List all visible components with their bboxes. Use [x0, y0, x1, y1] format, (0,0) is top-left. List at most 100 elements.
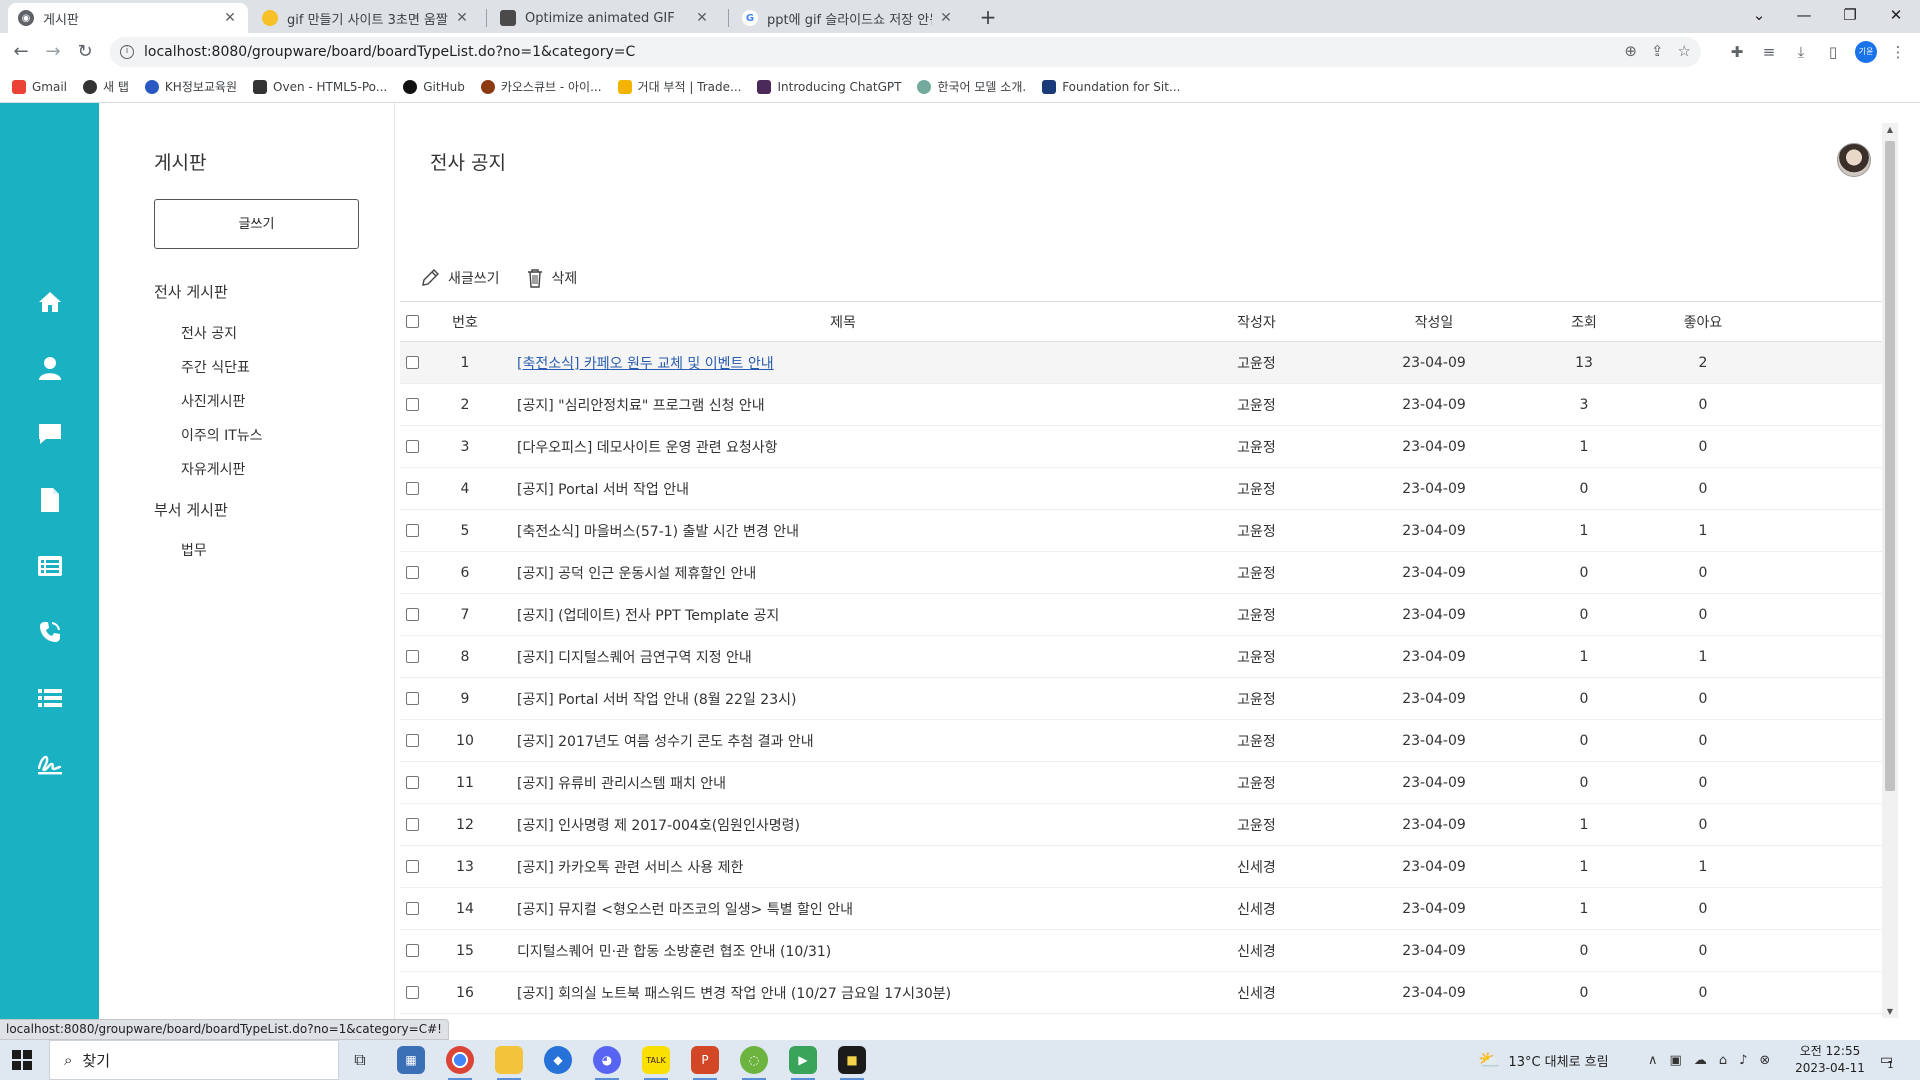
row-checkbox[interactable]: [406, 692, 419, 705]
table-row[interactable]: 4 [공지] Portal 서버 작업 안내 고윤정 23-04-09 0 0: [400, 467, 1882, 510]
file-explorer-icon[interactable]: [495, 1046, 523, 1080]
cell-title[interactable]: [공지] 회의실 노트북 패스워드 변경 작업 안내 (10/27 금요일 17…: [517, 971, 1169, 1014]
url-bar[interactable]: i localhost:8080/groupware/board/boardTy…: [110, 37, 1701, 67]
post-title-link[interactable]: [축전소식] 카페오 원두 교체 및 이벤트 안내: [517, 356, 774, 372]
column-header-date[interactable]: 작성일: [1344, 301, 1524, 342]
table-row[interactable]: 5 [축전소식] 마을버스(57-1) 출발 시간 변경 안내 고윤정 23-04-0…: [400, 509, 1882, 552]
weather-widget[interactable]: ⛅ 13°C 대체로 흐림: [1478, 1040, 1609, 1080]
zoom-icon[interactable]: ⊕: [1624, 42, 1637, 60]
post-title-link[interactable]: [공지] 뮤지컬 <형오스런 마즈코의 일생> 특별 할인 안내: [517, 902, 853, 918]
vertical-scrollbar[interactable]: ▲ ▼: [1882, 123, 1898, 1018]
network-icon[interactable]: ⌂: [1719, 1053, 1727, 1068]
cell-title[interactable]: [공지] 카카오톡 관련 서비스 사용 제한: [517, 845, 1169, 888]
row-checkbox[interactable]: [406, 356, 419, 369]
extensions-icon[interactable]: ✚: [1727, 42, 1747, 62]
document-icon[interactable]: [36, 486, 64, 514]
signature-icon[interactable]: [36, 750, 64, 778]
column-header-author[interactable]: 작성자: [1169, 301, 1344, 342]
reading-list-icon[interactable]: ≡: [1759, 42, 1779, 62]
post-title-link[interactable]: [공지] Portal 서버 작업 안내 (8월 22일 23시): [517, 692, 796, 708]
post-title-link[interactable]: [공지] 디지털스퀘어 금연구역 지정 안내: [517, 650, 752, 666]
powerpoint-icon[interactable]: P: [691, 1046, 719, 1080]
reload-icon[interactable]: ↻: [72, 39, 98, 65]
row-checkbox[interactable]: [406, 608, 419, 621]
row-checkbox[interactable]: [406, 860, 419, 873]
user-icon[interactable]: [36, 354, 64, 382]
post-title-link[interactable]: [축전소식] 마을버스(57-1) 출발 시간 변경 안내: [517, 524, 799, 540]
list-icon[interactable]: [36, 684, 64, 712]
post-title-link[interactable]: [공지] 카카오톡 관련 서비스 사용 제한: [517, 860, 743, 876]
table-row[interactable]: 7 [공지] (업데이트) 전사 PPT Template 공지 고윤정 23-04-…: [400, 593, 1882, 636]
row-checkbox[interactable]: [406, 482, 419, 495]
close-tab-icon[interactable]: ✕: [694, 10, 710, 26]
board-group-department[interactable]: 부서 게시판: [154, 499, 228, 520]
site-info-icon[interactable]: i: [120, 45, 134, 59]
cell-title[interactable]: [공지] "심리안정치료" 프로그램 신청 안내: [517, 383, 1169, 426]
camera-icon[interactable]: ▣: [1670, 1053, 1682, 1068]
chat-bubble-icon[interactable]: [36, 420, 64, 448]
close-tab-icon[interactable]: ✕: [938, 10, 954, 26]
bookmark-oven[interactable]: Oven - HTML5-Po...: [253, 79, 387, 94]
table-row[interactable]: 1 [축전소식] 카페오 원두 교체 및 이벤트 안내 고윤정 23-04-09 13 2: [400, 341, 1882, 384]
cell-title[interactable]: [공지] 유류비 관리시스템 패치 안내: [517, 761, 1169, 804]
table-row[interactable]: 13 [공지] 카카오톡 관련 서비스 사용 제한 신세경 23-04-09 1 1: [400, 845, 1882, 888]
column-header-title[interactable]: 제목: [517, 301, 1169, 342]
profile-avatar[interactable]: 기윤: [1855, 41, 1877, 63]
spring-tool-icon[interactable]: ◌: [740, 1046, 768, 1080]
bookmark-foundation[interactable]: Foundation for Sit...: [1042, 79, 1180, 94]
side-panel-icon[interactable]: ▯: [1823, 42, 1843, 62]
select-all-checkbox[interactable]: [406, 315, 419, 328]
table-row[interactable]: 16 [공지] 회의실 노트북 패스워드 변경 작업 안내 (10/27 금요일 …: [400, 971, 1882, 1014]
delete-button[interactable]: 삭제: [526, 268, 577, 288]
bookmark-github[interactable]: GitHub: [403, 79, 465, 94]
row-checkbox[interactable]: [406, 776, 419, 789]
table-row[interactable]: 15 디지털스퀘어 민·관 합동 소방훈련 협조 안내 (10/31) 신세경 23-…: [400, 929, 1882, 972]
scroll-down-arrow-icon[interactable]: ▼: [1882, 1007, 1898, 1016]
cell-title[interactable]: [공지] Portal 서버 작업 안내: [517, 467, 1169, 510]
bookmark-giant-talisman[interactable]: 거대 부적 | Trade...: [617, 78, 741, 95]
post-title-link[interactable]: [공지] 인사명령 제 2017-004호(임원인사명령): [517, 818, 800, 834]
system-clock[interactable]: 오전 12:55 2023-04-11: [1790, 1043, 1870, 1077]
cell-title[interactable]: [다우오피스] 데모사이트 운영 관련 요청사항: [517, 425, 1169, 468]
post-title-link[interactable]: [공지] "심리안정치료" 프로그램 신청 안내: [517, 398, 765, 414]
tab-ppt-gif[interactable]: G ppt에 gif 슬라이드쇼 저장 안됨 ✕: [732, 3, 964, 33]
table-row[interactable]: 14 [공지] 뮤지컬 <형오스런 마즈코의 일생> 특별 할인 안내 신세경 23-…: [400, 887, 1882, 930]
tab-search-icon[interactable]: ⌄: [1736, 0, 1782, 33]
new-tab-button[interactable]: +: [976, 3, 1000, 31]
row-checkbox[interactable]: [406, 902, 419, 915]
cell-title[interactable]: [공지] 디지털스퀘어 금연구역 지정 안내: [517, 635, 1169, 678]
table-row[interactable]: 2 [공지] "심리안정치료" 프로그램 신청 안내 고윤정 23-04-09 3 0: [400, 383, 1882, 426]
cell-title[interactable]: [공지] 뮤지컬 <형오스런 마즈코의 일생> 특별 할인 안내: [517, 887, 1169, 930]
cell-title[interactable]: [공지] 인사명령 제 2017-004호(임원인사명령): [517, 803, 1169, 846]
table-row[interactable]: 11 [공지] 유류비 관리시스템 패치 안내 고윤정 23-04-09 0 0: [400, 761, 1882, 804]
row-checkbox[interactable]: [406, 566, 419, 579]
chevron-up-icon[interactable]: ∧: [1648, 1053, 1658, 1068]
taskbar-search-box[interactable]: ⌕ 찾기: [49, 1040, 339, 1080]
bookmark-new-tab[interactable]: 새 탭: [83, 78, 129, 95]
row-checkbox[interactable]: [406, 650, 419, 663]
cloud-icon[interactable]: ☁: [1694, 1053, 1707, 1068]
chrome-icon[interactable]: [446, 1046, 474, 1080]
post-title-link[interactable]: [다우오피스] 데모사이트 운영 관련 요청사항: [517, 440, 778, 456]
mic-muted-icon[interactable]: ⊗: [1759, 1053, 1770, 1068]
post-title-link[interactable]: [공지] 공덕 인근 운동시설 제휴할인 안내: [517, 566, 756, 582]
scrollbar-thumb[interactable]: [1885, 141, 1895, 791]
tab-board[interactable]: ◉ 게시판 ✕: [8, 3, 248, 33]
table-row[interactable]: 3 [다우오피스] 데모사이트 운영 관련 요청사항 고윤정 23-04-09 1 0: [400, 425, 1882, 468]
minimize-button[interactable]: —: [1781, 0, 1827, 33]
row-checkbox[interactable]: [406, 818, 419, 831]
table-row[interactable]: 8 [공지] 디지털스퀘어 금연구역 지정 안내 고윤정 23-04-09 1 1: [400, 635, 1882, 678]
back-arrow-icon[interactable]: ←: [8, 39, 34, 65]
app-icon[interactable]: ◆: [544, 1046, 572, 1074]
volume-icon[interactable]: ♪: [1739, 1053, 1747, 1068]
column-header-likes[interactable]: 좋아요: [1644, 301, 1762, 342]
forward-arrow-icon[interactable]: →: [40, 39, 66, 65]
cell-title[interactable]: [축전소식] 카페오 원두 교체 및 이벤트 안내: [517, 341, 1169, 384]
cell-title[interactable]: [공지] 2017년도 여름 성수기 콘도 추첨 결과 안내: [517, 719, 1169, 762]
tab-optimize-gif[interactable]: Optimize animated GIF ✕: [490, 3, 720, 33]
column-header-no[interactable]: 번호: [425, 301, 505, 342]
discord-icon[interactable]: ◕: [593, 1046, 621, 1080]
cell-title[interactable]: 디지털스퀘어 민·관 합동 소방훈련 협조 안내 (10/31): [517, 929, 1169, 972]
close-window-button[interactable]: ✕: [1873, 0, 1919, 33]
row-checkbox[interactable]: [406, 524, 419, 537]
